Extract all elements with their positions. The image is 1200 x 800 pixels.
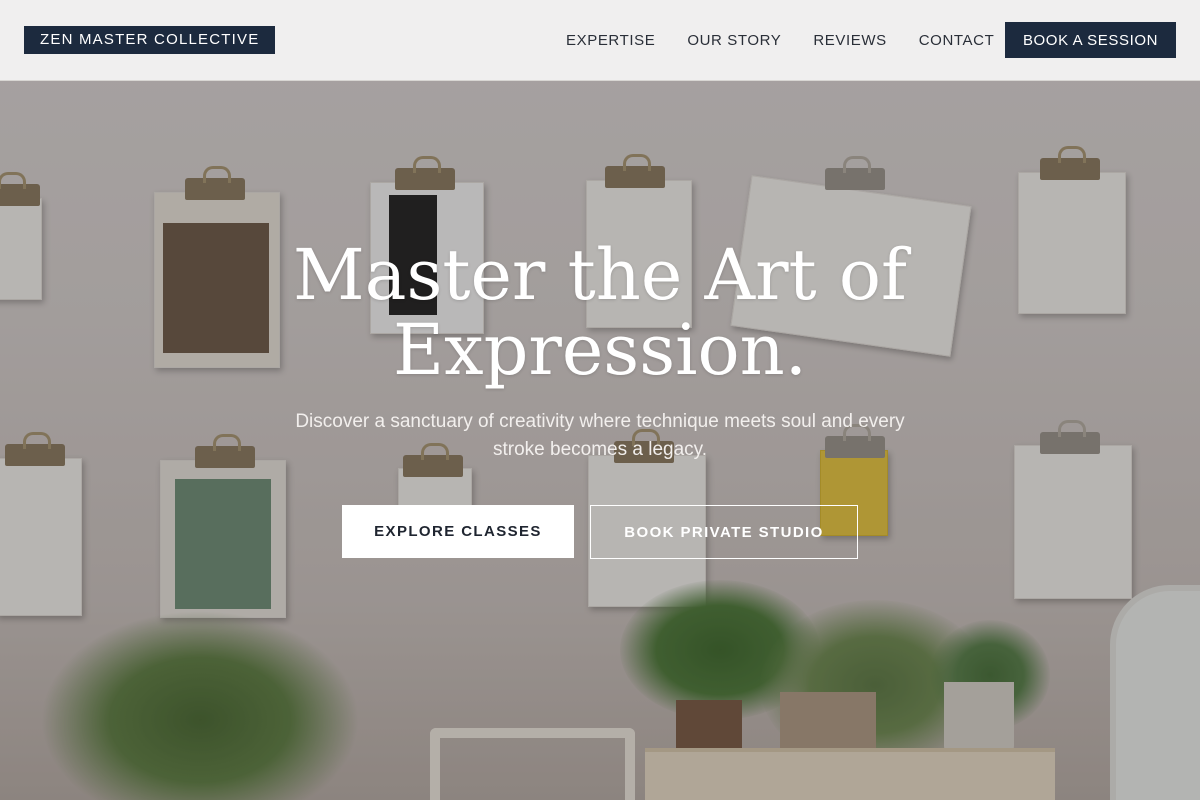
hero-section: Master the Art of Expression. Discover a… bbox=[0, 0, 1200, 800]
brand-logo[interactable]: ZEN MASTER COLLECTIVE bbox=[24, 26, 276, 54]
nav-links: EXPERTISE OUR STORY REVIEWS CONTACT bbox=[566, 0, 994, 80]
explore-classes-button[interactable]: EXPLORE CLASSES bbox=[342, 505, 574, 558]
book-session-button[interactable]: BOOK A SESSION bbox=[1005, 22, 1176, 58]
book-private-studio-button[interactable]: BOOK PRIVATE STUDIO bbox=[590, 505, 858, 559]
nav-link-our-story[interactable]: OUR STORY bbox=[687, 32, 781, 49]
hero-headline: Master the Art of Expression. bbox=[200, 238, 1000, 388]
top-navigation: ZEN MASTER COLLECTIVE EXPERTISE OUR STOR… bbox=[0, 0, 1200, 81]
hero-headline-line-1: Master the Art of bbox=[293, 234, 907, 316]
nav-link-expertise[interactable]: EXPERTISE bbox=[566, 32, 655, 49]
hero-subheadline: Discover a sanctuary of creativity where… bbox=[295, 411, 905, 460]
nav-link-reviews[interactable]: REVIEWS bbox=[813, 32, 886, 49]
hero-headline-line-2: Expression. bbox=[393, 309, 807, 391]
nav-link-contact[interactable]: CONTACT bbox=[919, 32, 995, 49]
